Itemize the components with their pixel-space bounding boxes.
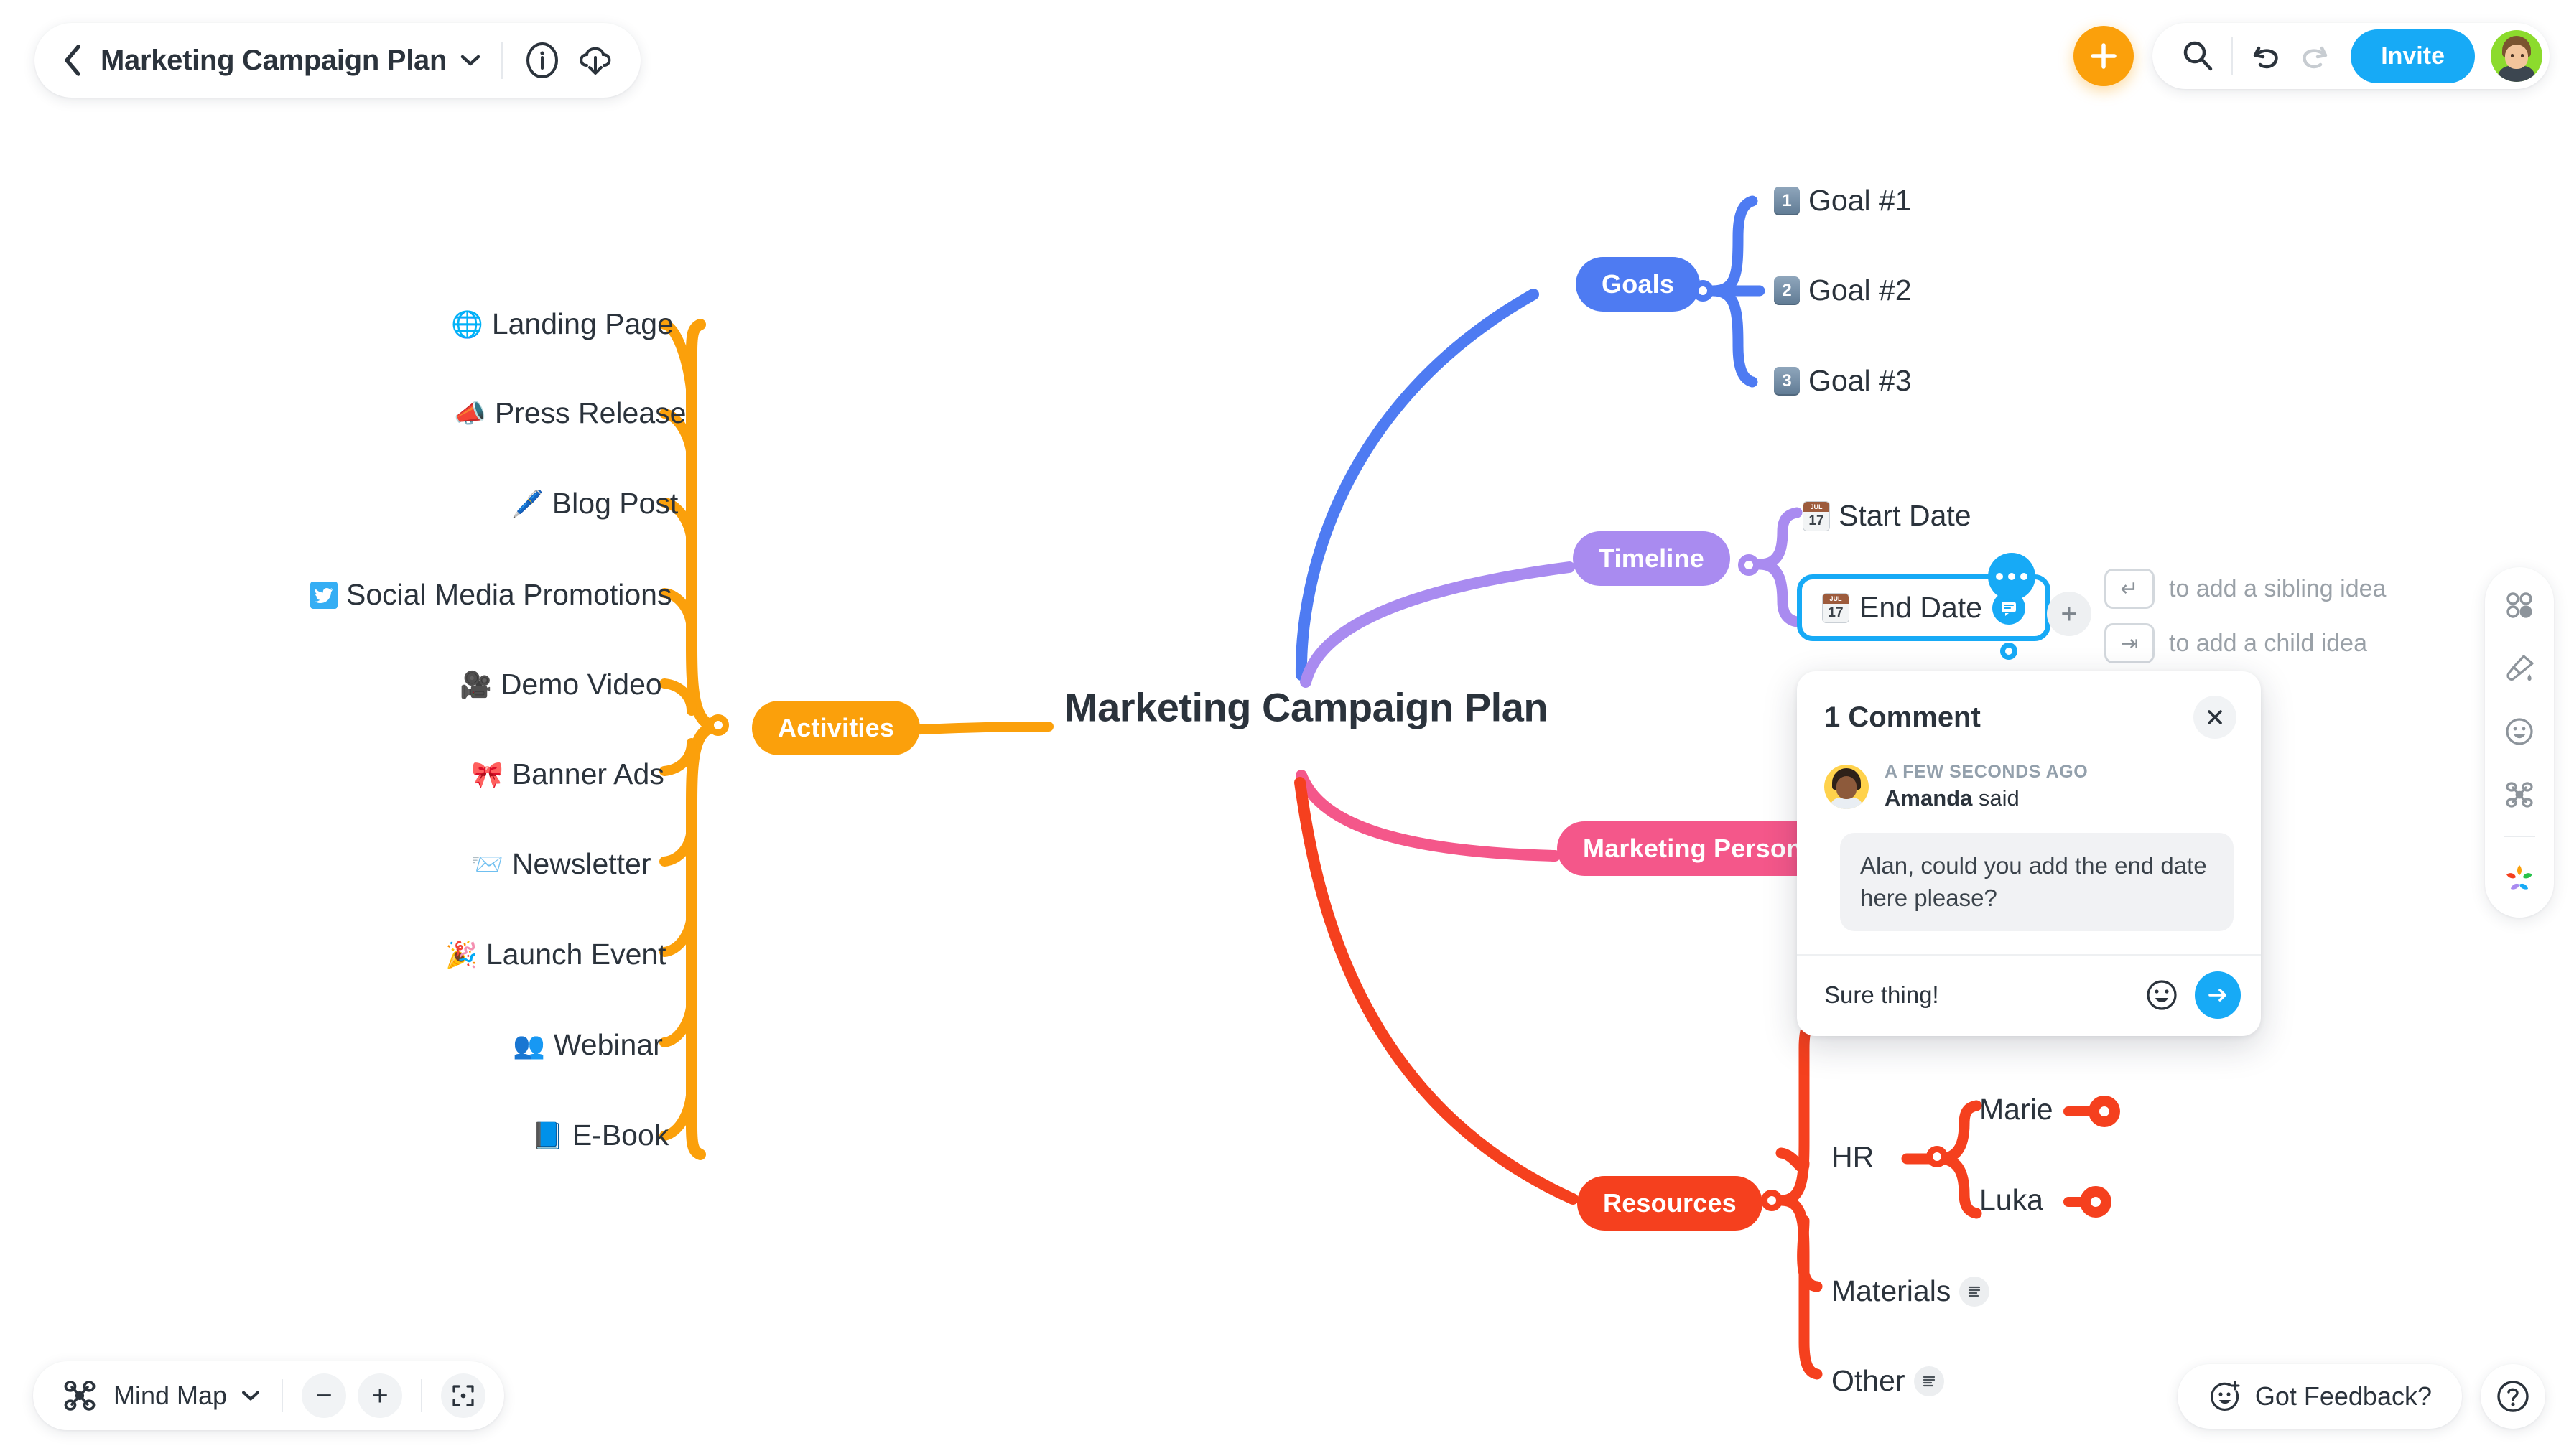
megaphone-icon: 📣: [454, 398, 486, 428]
feedback-button[interactable]: Got Feedback?: [2177, 1364, 2462, 1429]
collapse-knob-hr[interactable]: [1926, 1146, 1948, 1167]
leaf-banner-ads[interactable]: 🎀 Banner Ads: [471, 757, 664, 791]
leaf-hr[interactable]: HR: [1831, 1140, 1874, 1174]
leaf-goal-1[interactable]: 1 Goal #1: [1774, 184, 1912, 218]
paint-brush-icon[interactable]: [2497, 646, 2542, 691]
keycap-1-icon: 1: [1774, 186, 1800, 215]
color-palette-icon[interactable]: [2497, 856, 2542, 900]
toolbar-divider: [421, 1379, 423, 1412]
book-icon: 📘: [531, 1120, 564, 1150]
feedback-label: Got Feedback?: [2254, 1381, 2432, 1411]
comment-author-line: Amanda said: [1885, 785, 2020, 811]
leaf-press-release[interactable]: 📣 Press Release: [454, 396, 686, 430]
expand-knob-marie[interactable]: [2089, 1096, 2120, 1127]
branch-node-goals[interactable]: Goals: [1576, 257, 1701, 312]
comment-avatar: [1824, 764, 1869, 809]
leaf-goal-3[interactable]: 3 Goal #3: [1774, 364, 1912, 398]
help-button[interactable]: [2481, 1364, 2545, 1429]
close-icon[interactable]: [2193, 696, 2236, 739]
video-camera-icon: 🎥: [460, 669, 492, 699]
toolbar-divider: [2504, 836, 2535, 837]
people-icon: 👥: [513, 1030, 545, 1060]
leaf-demo-video[interactable]: 🎥 Demo Video: [460, 668, 662, 701]
globe-icon: 🌐: [451, 309, 483, 339]
comment-reply-input[interactable]: [1824, 981, 2129, 1009]
leaf-goal-2[interactable]: 2 Goal #2: [1774, 274, 1912, 307]
node-drag-handle[interactable]: [2000, 643, 2017, 660]
toolbar-divider: [282, 1379, 284, 1412]
party-popper-icon: 🎉: [445, 939, 478, 969]
hint-sibling-text: to add a sibling idea: [2169, 574, 2387, 602]
note-icon[interactable]: [1913, 1366, 1944, 1396]
emoji-smiley-icon[interactable]: [2497, 709, 2542, 754]
emoji-icon[interactable]: [2142, 975, 2182, 1015]
leaf-launch-event[interactable]: 🎉 Launch Event: [445, 938, 666, 971]
end-date-label: End Date: [1859, 591, 1982, 624]
keycap-2-icon: 2: [1774, 276, 1800, 305]
expand-knob-luka[interactable]: [2080, 1186, 2111, 1218]
zoom-in-button[interactable]: +: [358, 1373, 403, 1418]
zoom-out-button[interactable]: −: [302, 1373, 347, 1418]
comment-count-title: 1 Comment: [1824, 701, 1981, 733]
view-mode-toolbar: Mind Map − +: [33, 1361, 505, 1430]
ribbon-icon: 🎀: [471, 759, 503, 789]
leaf-luka[interactable]: Luka: [1979, 1183, 2043, 1217]
keycap-3-icon: 3: [1774, 366, 1800, 396]
branch-node-activities[interactable]: Activities: [752, 701, 921, 755]
mindmap-node-icon[interactable]: [2497, 773, 2542, 817]
mindmap-node-icon[interactable]: [57, 1373, 102, 1418]
collapse-knob-goals[interactable]: [1692, 280, 1714, 302]
root-node[interactable]: Marketing Campaign Plan: [1064, 684, 1548, 731]
add-child-button[interactable]: +: [2047, 592, 2091, 636]
comment-message: Alan, could you add the end date here pl…: [1840, 833, 2234, 932]
tab-key-icon: ⇥: [2104, 623, 2155, 663]
keyboard-hints: ↵ to add a sibling idea ⇥ to add a child…: [2104, 569, 2386, 663]
chevron-down-icon[interactable]: [238, 1383, 263, 1408]
calendar-icon: JUL 17: [1822, 592, 1849, 623]
send-comment-button[interactable]: [2194, 971, 2241, 1019]
leaf-materials[interactable]: Materials: [1831, 1274, 1990, 1308]
collapse-knob-timeline[interactable]: [1738, 554, 1760, 576]
feedback-smiley-icon: [2208, 1379, 2242, 1414]
bottom-right-controls: Got Feedback?: [2177, 1364, 2545, 1429]
note-icon[interactable]: [1959, 1276, 1990, 1307]
view-mode-label[interactable]: Mind Map: [113, 1381, 227, 1411]
leaf-ebook[interactable]: 📘 E-Book: [531, 1119, 669, 1152]
branch-node-timeline[interactable]: Timeline: [1573, 531, 1730, 586]
hint-child-text: to add a child idea: [2169, 629, 2367, 657]
twitter-icon: [310, 581, 338, 609]
center-fit-button[interactable]: [441, 1373, 486, 1418]
collapse-knob-activities[interactable]: [707, 714, 729, 736]
leaf-webinar[interactable]: 👥 Webinar: [513, 1028, 663, 1062]
layout-dots-icon[interactable]: [2497, 583, 2542, 627]
comment-timestamp: A FEW SECONDS AGO: [1885, 762, 2089, 782]
leaf-social-media-promotions[interactable]: Social Media Promotions: [310, 578, 672, 612]
leaf-start-date[interactable]: JUL 17 Start Date: [1803, 499, 1971, 533]
leaf-marie[interactable]: Marie: [1979, 1093, 2053, 1126]
enter-key-icon: ↵: [2104, 569, 2155, 609]
pen-icon: 🖊️: [511, 488, 544, 518]
leaf-newsletter[interactable]: 📨 Newsletter: [471, 847, 651, 881]
calendar-icon: JUL 17: [1803, 500, 1830, 531]
node-more-options-button[interactable]: [1988, 553, 2035, 600]
leaf-other[interactable]: Other: [1831, 1364, 1944, 1398]
collapse-knob-resources[interactable]: [1761, 1190, 1783, 1211]
leaf-blog-post[interactable]: 🖊️ Blog Post: [511, 487, 678, 521]
leaf-landing-page[interactable]: 🌐 Landing Page: [451, 307, 674, 341]
right-toolbar: [2485, 567, 2554, 918]
envelope-icon: 📨: [471, 849, 503, 879]
branch-node-resources[interactable]: Resources: [1577, 1176, 1762, 1231]
comment-popup[interactable]: 1 Comment A FEW SECONDS AGO Amanda said …: [1797, 671, 2261, 1037]
